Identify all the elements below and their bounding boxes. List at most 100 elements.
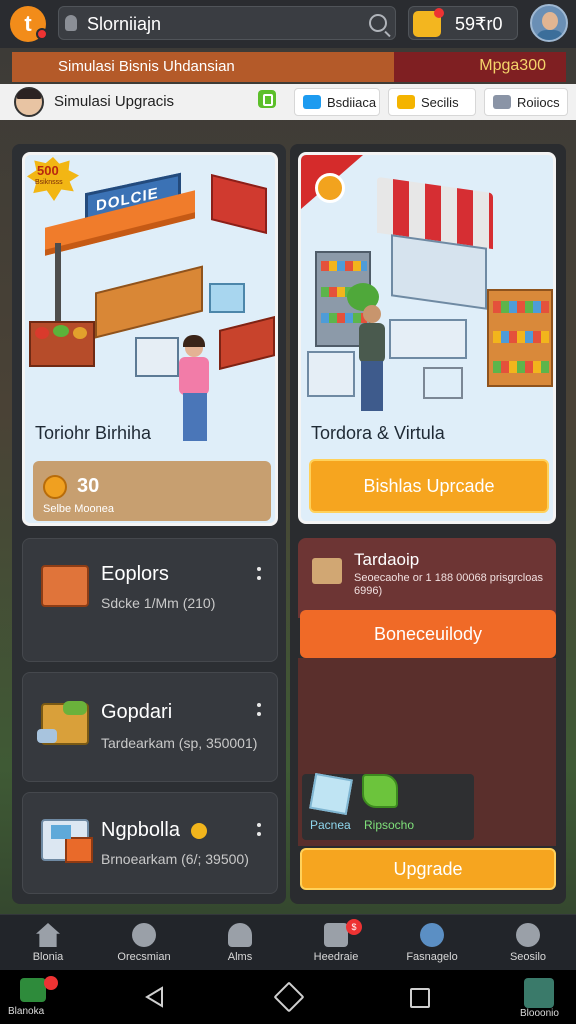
item-subtitle: Brnoearkam (6/; 39500): [101, 851, 249, 867]
table-icon: [219, 316, 275, 370]
item-name: Gopdari: [101, 701, 173, 723]
list-item[interactable]: Eoplors Sdcke 1/Mm (210): [22, 538, 278, 662]
nav-label: Orecsmian: [117, 951, 171, 963]
nav-item-home[interactable]: Blonia: [0, 915, 96, 971]
action-button[interactable]: Boneceuilody: [300, 610, 556, 658]
more-options-icon[interactable]: [257, 703, 261, 717]
wallet-app-icon[interactable]: [524, 978, 554, 1008]
player-avatar[interactable]: [530, 4, 568, 42]
item-name: Eoplors: [101, 563, 169, 585]
shield-icon: [493, 95, 511, 109]
nav-item-people[interactable]: Alms: [192, 915, 288, 971]
shirt: [179, 357, 209, 395]
banner-price: Mpga300: [479, 57, 546, 74]
share-icon[interactable]: [258, 90, 276, 108]
list-item[interactable]: Ngpbolla Brnoearkam (6/; 39500): [22, 792, 278, 894]
people-icon: [228, 923, 252, 947]
refresh-icon: [315, 173, 345, 203]
resource-box[interactable]: 30 Selbe Moonea: [33, 461, 271, 521]
promo-banner[interactable]: Simulasi Bisnis Uhdansian Mpga300: [12, 52, 566, 82]
nav-label: Blonia: [32, 951, 64, 963]
shopper-figure: [363, 305, 381, 323]
system-navigation-bar: Blanoka Blooonio: [0, 970, 576, 1024]
home-icon: [36, 923, 60, 947]
upgrade-button[interactable]: Upgrade: [300, 848, 556, 890]
nav-label: Seosilo: [509, 951, 547, 963]
banner-text: Simulasi Bisnis Uhdansian: [58, 58, 235, 75]
bottom-navigation: Blonia Orecsmian Alms $ Heedraie Fasnage…: [0, 914, 576, 970]
app-shortcut-icon[interactable]: [20, 978, 46, 1002]
info-title: Tardaoip: [354, 550, 420, 569]
box-icon: [135, 337, 179, 377]
shelf-icon: [487, 289, 553, 387]
title-search-bar[interactable]: Slorniiajn: [58, 6, 396, 40]
resource-subtitle: Selbe Moonea: [43, 503, 114, 515]
ticket-icon: [397, 95, 415, 109]
star-icon: [191, 823, 207, 839]
material-label: Pacnea: [310, 818, 351, 832]
info-description: Seoecaohe or 1 188 00068 prisgrcloas 699…: [354, 572, 543, 597]
location-pin-icon: [65, 15, 77, 31]
nav-item-profile[interactable]: Seosilo: [480, 915, 576, 971]
shop-title: Tordora & Virtula: [311, 423, 445, 443]
notification-dot: [36, 28, 48, 40]
sub-toolbar: Simulasi Upgracis Bsdiiaca Secilis Roiio…: [0, 84, 576, 120]
coin-value: 59₹r0: [455, 14, 503, 34]
resource-value: 30: [77, 475, 100, 497]
pants: [183, 393, 207, 441]
machine-icon: [41, 819, 93, 863]
top-bar: t Slorniiajn 59₹r0: [0, 0, 576, 48]
cube-icon[interactable]: [309, 772, 353, 816]
list-item[interactable]: Gopdari Tardearkam (sp, 350001): [22, 672, 278, 782]
app-shortcut-label: Blanoka: [8, 1006, 45, 1017]
nav-badge: $: [346, 919, 362, 935]
nav-label: Alms: [227, 951, 253, 963]
item-name: Ngpbolla: [101, 819, 180, 841]
recent-apps-icon[interactable]: [410, 988, 430, 1008]
crate-icon: [37, 701, 89, 745]
search-icon[interactable]: [369, 14, 387, 32]
globe-icon: [420, 923, 444, 947]
box-icon: [209, 283, 245, 313]
item-subtitle: Sdcke 1/Mm (210): [101, 595, 216, 611]
business-upgrade-button[interactable]: Bishlas Uprcade: [309, 459, 549, 513]
user-icon: [516, 923, 540, 947]
cart-icon: [423, 367, 463, 399]
shop-card-left[interactable]: 500 Bsiknsss DOLCIE Toriohr Birhiha 30 S…: [22, 152, 278, 526]
shop-title: Toriohr Birhiha: [35, 423, 152, 443]
pill-label: Roiiocs: [517, 94, 560, 110]
page-title: Slorniiajn: [87, 14, 162, 34]
back-icon[interactable]: [144, 986, 164, 1008]
package-icon: [312, 558, 342, 584]
shop-card-right[interactable]: Tordora & Virtula Bishlas Uprcade: [298, 152, 556, 524]
display-case-icon: [307, 351, 355, 397]
badge-value: 500: [37, 163, 59, 178]
nav-item-board[interactable]: $ Heedraie: [288, 915, 384, 971]
bird-icon: [303, 95, 321, 109]
app-logo-button[interactable]: t: [10, 6, 48, 42]
counter-icon: [95, 265, 203, 339]
more-options-icon[interactable]: [257, 567, 261, 581]
social-pill-1[interactable]: Bsdiiaca: [294, 88, 380, 116]
orange-coin-icon: [43, 475, 67, 499]
material-label: Ripsocho: [364, 818, 415, 832]
sub-toolbar-label: Simulasi Upgracis: [54, 93, 175, 110]
pill-label: Bsdiiaca: [327, 94, 377, 110]
hair: [183, 335, 205, 347]
counter-icon: [389, 319, 467, 359]
coin-balance[interactable]: 59₹r0: [408, 6, 518, 40]
home-button-icon[interactable]: [273, 981, 305, 1013]
nav-item-globe[interactable]: Fasnagelo: [384, 915, 480, 971]
item-subtitle: Tardearkam (sp, 350001): [101, 735, 258, 751]
info-card: Tardaoip Seoecaohe or 1 188 00068 prisgr…: [298, 538, 556, 618]
nav-item-settings[interactable]: Orecsmian: [96, 915, 192, 971]
social-pill-2[interactable]: Secilis: [388, 88, 476, 116]
stand-icon: [41, 565, 89, 607]
treasure-box-icon: [413, 8, 444, 37]
social-pill-3[interactable]: Roiiocs: [484, 88, 568, 116]
character-avatar: [14, 87, 44, 117]
app-badge: [44, 976, 58, 990]
pants: [361, 361, 383, 411]
more-options-icon[interactable]: [257, 823, 261, 837]
leaf-icon[interactable]: [362, 774, 398, 808]
